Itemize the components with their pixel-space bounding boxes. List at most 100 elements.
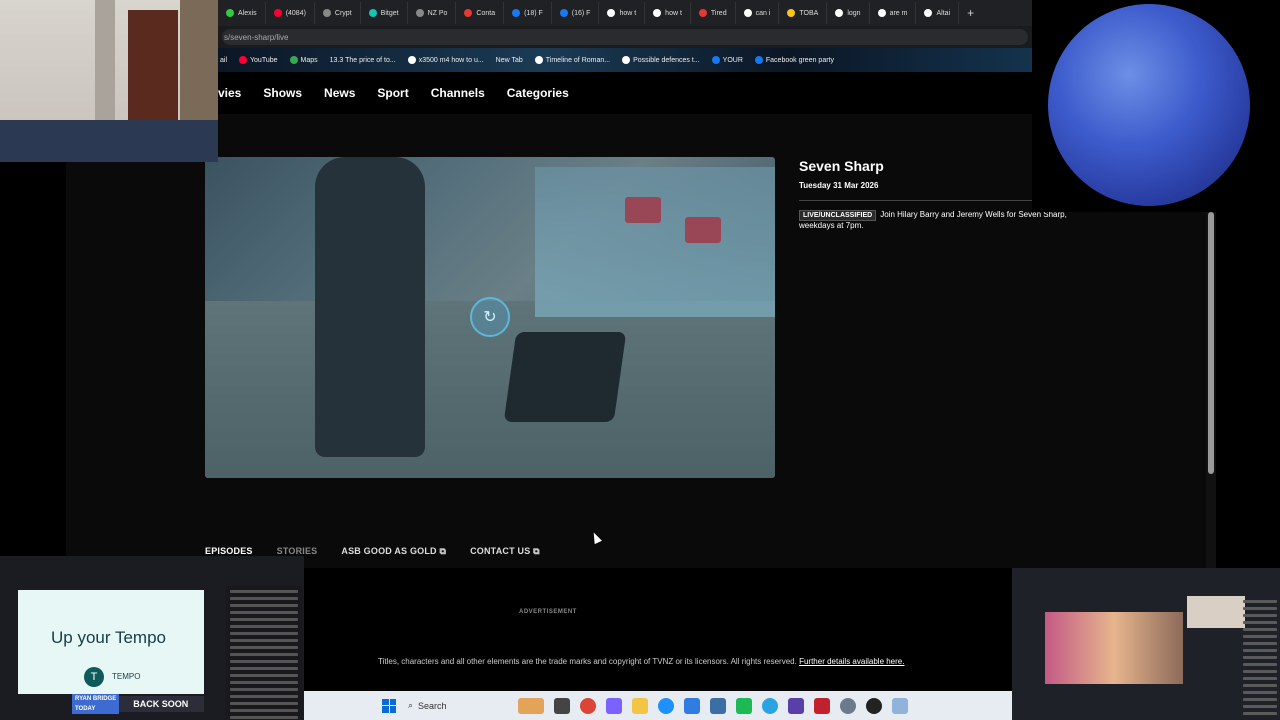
bookmark-label: Maps [300, 56, 318, 64]
bookmark-item[interactable]: YouTube [239, 56, 278, 64]
bookmark-label: YOUR [722, 56, 743, 64]
address-bar[interactable]: s/seven-sharp/live [222, 29, 1028, 45]
browser-tab[interactable]: TOBA [779, 2, 828, 24]
tab-favicon-icon [226, 9, 234, 17]
bookmark-label: Timeline of Roman... [545, 56, 611, 64]
browser-tab[interactable]: can i [736, 2, 780, 24]
taskbar-search[interactable]: ⌕ Search [408, 697, 508, 715]
bookmark-label: New Tab [495, 56, 523, 64]
bookmark-item[interactable]: Timeline of Roman... [534, 56, 611, 64]
scrollbar-thumb[interactable] [1208, 212, 1214, 474]
edge-icon[interactable] [658, 697, 674, 714]
bookmark-favicon-icon [289, 56, 298, 64]
browser-tab[interactable]: Bitget [361, 2, 408, 24]
app-icon[interactable] [814, 697, 830, 714]
video-frame-counter [535, 167, 775, 317]
store-icon[interactable] [710, 697, 726, 714]
planet-image [1048, 4, 1250, 206]
chrome-icon[interactable] [580, 697, 596, 714]
browser-tab[interactable]: are m [870, 2, 917, 24]
advertisement-label: ADVERTISEMENT [519, 609, 577, 615]
link-asb-good-as-gold[interactable]: ASB GOOD AS GOLD ⧉ [341, 546, 446, 561]
browser-tab[interactable]: how t [599, 2, 646, 24]
nav-movies[interactable]: vies [218, 86, 241, 100]
app-icon[interactable] [606, 697, 622, 714]
bookmark-label: Facebook green party [765, 56, 834, 64]
tab-label: (18) F [524, 9, 543, 17]
taskbar-search-label: Search [418, 700, 447, 711]
tab-favicon-icon [653, 9, 662, 17]
bookmark-item[interactable]: YOUR [711, 56, 743, 64]
status-badge: LIVE/UNCLASSIFIED [799, 210, 877, 221]
stream-thumbnail-right [1012, 568, 1280, 720]
nav-channels[interactable]: Channels [431, 86, 485, 100]
tab-favicon-icon [698, 9, 707, 17]
show-logo-a: RYAN BRIDGE [75, 696, 117, 702]
obs-icon[interactable] [866, 697, 882, 714]
legal-text: Titles, characters and all other element… [378, 657, 797, 666]
browser-tab[interactable]: how t [645, 2, 691, 24]
browser-tab[interactable]: (4084) [266, 2, 315, 24]
bookmark-favicon-icon [534, 56, 543, 64]
video-frame-sign [685, 217, 721, 243]
tab-label: can i [755, 9, 771, 17]
browser-tab[interactable]: (16) F [552, 2, 600, 24]
bookmark-item[interactable]: 13.3 The price of to... [330, 57, 396, 64]
telegram-icon[interactable] [762, 697, 778, 714]
chat-panel [1240, 596, 1280, 716]
nav-news[interactable]: News [324, 86, 355, 100]
bookmark-label: ail [220, 56, 228, 64]
link-contact-us[interactable]: CONTACT US ⧉ [470, 546, 540, 561]
browser-tab[interactable]: logn [827, 2, 870, 24]
task-view-icon[interactable] [554, 697, 570, 714]
browser-tab[interactable]: Alexis [218, 2, 266, 24]
bookmark-item[interactable]: Maps [289, 56, 318, 64]
address-bar-container: s/seven-sharp/live [218, 26, 1032, 48]
bookmark-item[interactable]: Possible defences t... [622, 56, 700, 64]
app-icon[interactable] [892, 697, 908, 714]
webcam-curtain [95, 0, 115, 130]
tab-favicon-icon [464, 9, 473, 17]
app-icon[interactable] [788, 697, 804, 714]
tab-favicon-icon [607, 9, 616, 17]
tab-label: Altai [936, 9, 951, 17]
stream-thumbnail-left: Up your Tempo T TEMPO RYAN BRIDGE TODAY B… [0, 556, 304, 720]
video-frame-sign [625, 197, 661, 223]
browser-tab[interactable]: Altai [916, 2, 960, 24]
nav-shows[interactable]: Shows [263, 86, 302, 100]
bookmark-item[interactable]: Facebook green party [754, 56, 834, 64]
app-icon[interactable] [736, 697, 752, 714]
browser-tab[interactable]: (18) F [504, 2, 552, 24]
tab-label: are m [889, 9, 908, 17]
video-player[interactable]: ↻ [205, 157, 775, 478]
bookmark-item[interactable]: ail [220, 57, 227, 64]
bookmark-favicon-icon [239, 56, 248, 64]
bookmark-label: x3500 m4 how to u... [418, 56, 484, 64]
bookmark-item[interactable]: x3500 m4 how to u... [407, 56, 484, 64]
browser-tab[interactable]: NZ Po [408, 2, 457, 24]
browser-tab[interactable]: Tired [691, 2, 736, 24]
browser-tab[interactable]: Conta [456, 2, 505, 24]
tab-favicon-icon [835, 9, 844, 17]
file-explorer-icon[interactable] [632, 697, 648, 714]
legal-details-link[interactable]: Further details available here. [799, 657, 904, 666]
bookmark-favicon-icon [711, 56, 720, 64]
tab-label: how t [665, 9, 682, 17]
webcam-floor [0, 120, 218, 162]
tab-label: how t [619, 9, 637, 17]
bookmark-item[interactable]: New Tab [496, 57, 523, 64]
nav-sport[interactable]: Sport [377, 86, 408, 100]
bookmark-label: Possible defences t... [633, 56, 700, 64]
loading-icon: ↻ [470, 297, 510, 337]
show-logo-b: TODAY [75, 706, 96, 712]
new-tab-button[interactable]: + [959, 6, 982, 20]
app-icon[interactable] [684, 697, 700, 714]
settings-icon[interactable] [840, 697, 856, 714]
browser-tab-bar: Alexis (4084) Crypt Bitget NZ Po Conta (18) F (… [218, 0, 1032, 26]
show-title: Seven Sharp [799, 158, 884, 174]
browser-tab[interactable]: Crypt [315, 2, 361, 24]
widget-icon[interactable] [518, 697, 544, 714]
nav-categories[interactable]: Categories [507, 86, 569, 100]
windows-start-icon[interactable] [382, 698, 396, 713]
tab-label: logn [847, 9, 861, 17]
